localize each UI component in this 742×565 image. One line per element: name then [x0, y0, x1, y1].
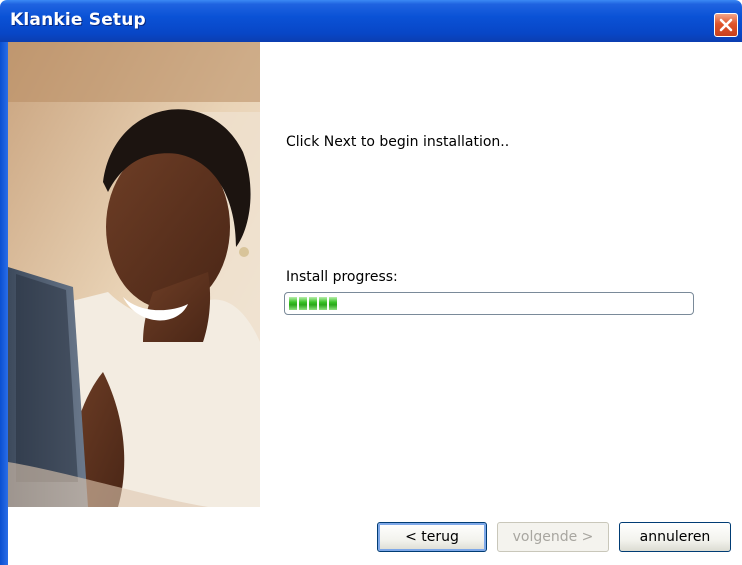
close-icon	[719, 18, 733, 32]
window-frame-left	[0, 42, 8, 565]
setup-window: Klankie Setup Click Next to begin instal…	[0, 0, 742, 565]
progress-fill	[289, 297, 337, 310]
progress-block	[319, 297, 327, 310]
progress-block	[299, 297, 307, 310]
woman-at-laptop-photo	[8, 42, 260, 507]
content-panel: Click Next to begin installation.. Insta…	[260, 42, 742, 507]
next-button[interactable]: volgende >	[497, 522, 609, 552]
title-bar[interactable]: Klankie Setup	[0, 0, 742, 42]
progress-block	[309, 297, 317, 310]
install-progress-bar	[284, 292, 694, 315]
progress-block	[329, 297, 337, 310]
cancel-button[interactable]: annuleren	[619, 522, 731, 552]
progress-block	[289, 297, 297, 310]
progress-label: Install progress:	[286, 269, 398, 285]
back-button[interactable]: < terug	[377, 522, 487, 552]
close-button[interactable]	[714, 13, 738, 37]
intro-text: Click Next to begin installation..	[286, 134, 510, 150]
window-title: Klankie Setup	[10, 10, 146, 30]
